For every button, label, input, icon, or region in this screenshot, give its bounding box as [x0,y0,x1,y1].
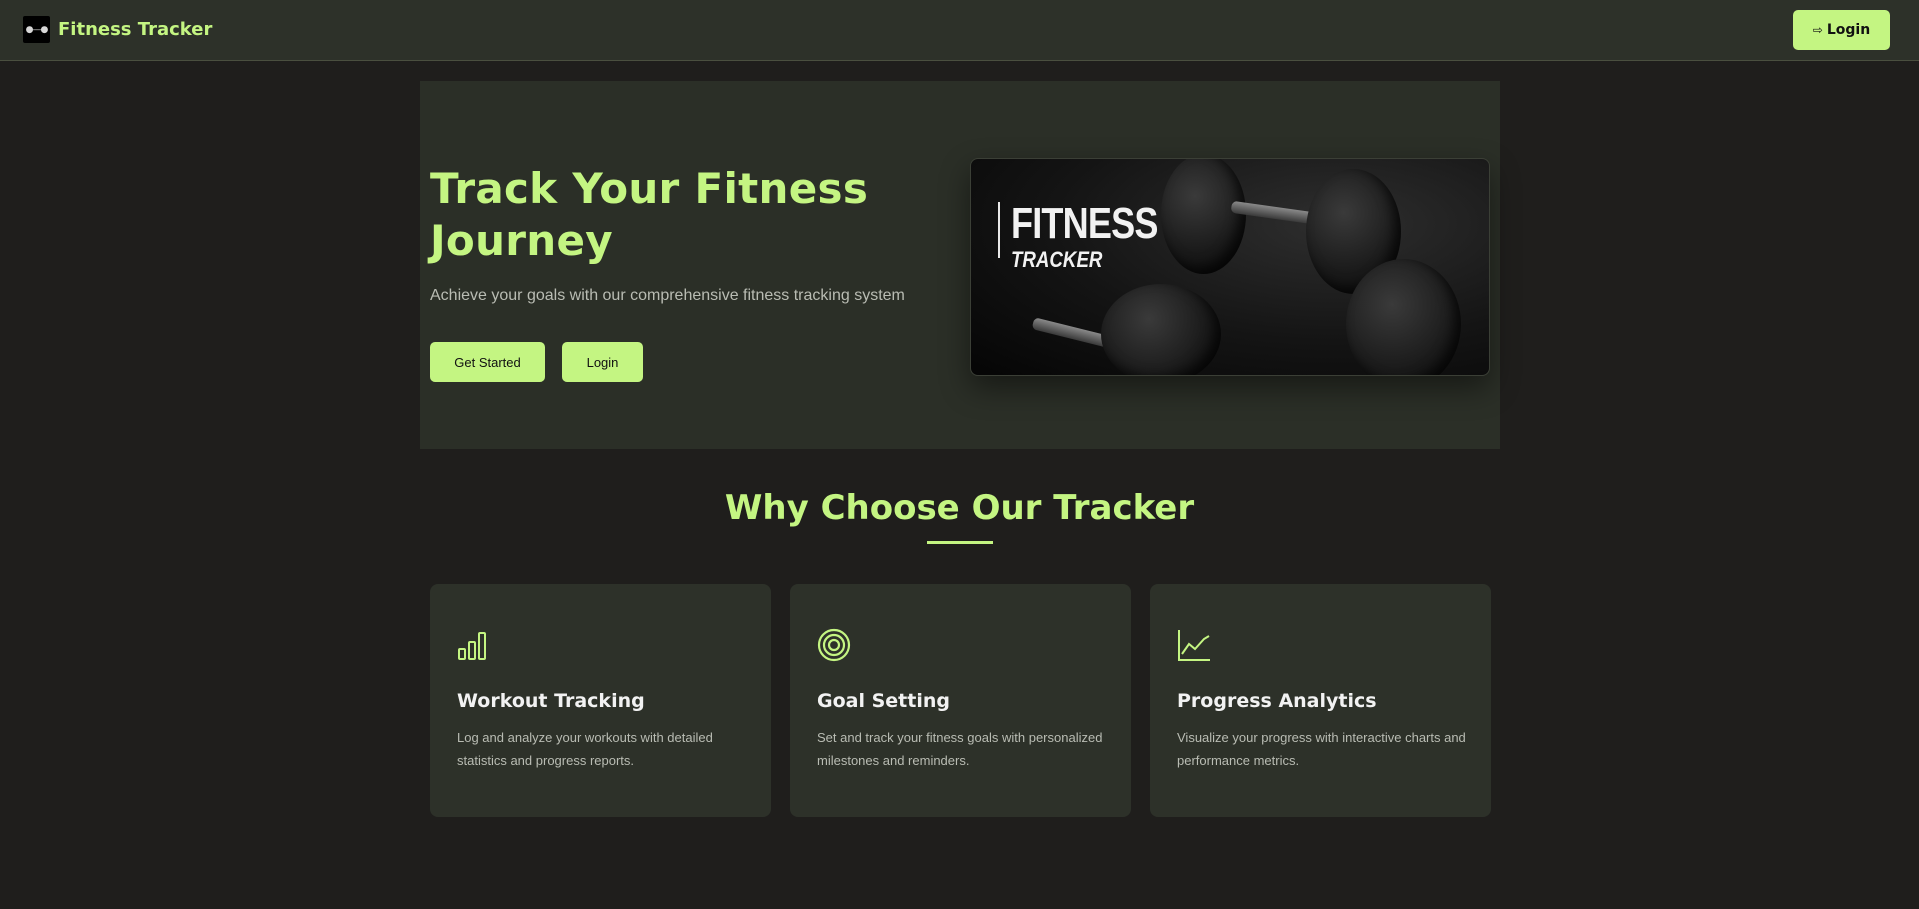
hero-image: FITNESS TRACKER [970,158,1490,376]
hero-subtitle: Achieve your goals with our comprehensiv… [430,287,905,304]
feature-card-title: Progress Analytics [1177,690,1377,712]
bar-chart-icon [458,632,486,660]
feature-card-workout: Workout Tracking Log and analyze your wo… [430,584,771,817]
hero-section: Track Your Fitness Journey Achieve your … [420,81,1500,449]
dumbbell-plate [1346,259,1461,375]
hero-title: Track Your Fitness Journey [430,164,869,265]
feature-card-analytics: Progress Analytics Visualize your progre… [1150,584,1491,817]
dumbbell-plate [1161,159,1246,274]
brand[interactable]: ●—● Fitness Tracker [23,16,212,43]
feature-card-title: Workout Tracking [457,690,645,712]
image-text-divider [998,202,1000,258]
section-title: Why Choose Our Tracker [724,488,1195,528]
get-started-button[interactable]: Get Started [430,342,545,382]
feature-card-description: Set and track your fitness goals with pe… [817,730,1103,768]
navbar: ●—● Fitness Tracker ⇨ Login [0,0,1919,61]
feature-card-title: Goal Setting [817,690,950,712]
image-subtitle: TRACKER [1011,247,1103,272]
section-underline [927,541,993,544]
feature-card-description: Log and analyze your workouts with detai… [457,730,713,768]
dumbbell-icon: ●—● [23,16,50,43]
nav-login-button[interactable]: ⇨ Login [1793,10,1890,50]
target-icon [817,628,851,662]
brand-name: Fitness Tracker [58,19,213,40]
feature-card-goal: Goal Setting Set and track your fitness … [790,584,1131,817]
feature-card-description: Visualize your progress with interactive… [1177,730,1466,768]
dumbbell-plate [1101,284,1221,375]
image-title: FITNESS [1011,199,1158,248]
sign-in-icon: ⇨ [1812,23,1823,37]
hero-login-button[interactable]: Login [562,342,643,382]
line-chart-icon [1178,630,1210,661]
nav-login-label: Login [1826,22,1871,38]
